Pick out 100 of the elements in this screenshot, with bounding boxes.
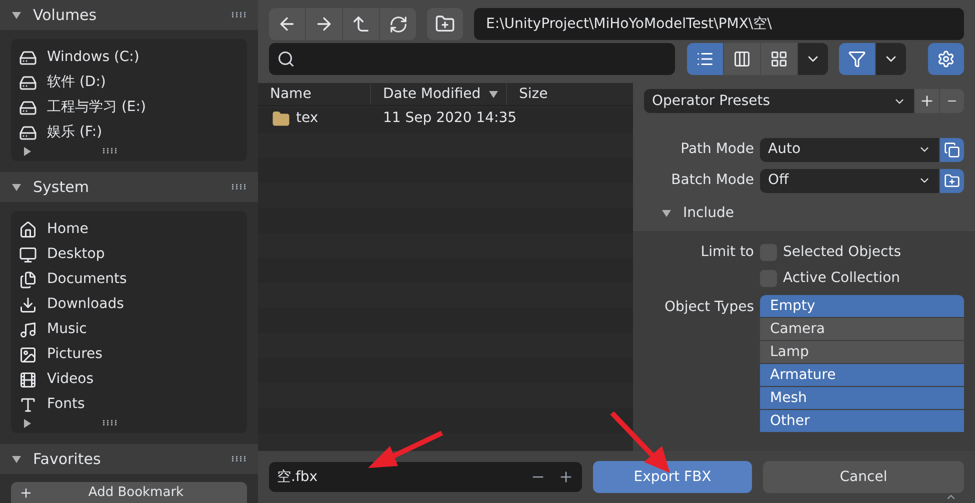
add-preset-button[interactable] <box>915 89 939 113</box>
plus-icon[interactable] <box>558 469 574 485</box>
field-label: Batch Mode <box>670 171 754 190</box>
parent-folder-button[interactable] <box>343 8 379 40</box>
file-name: tex <box>296 109 318 128</box>
bookmark-item[interactable]: Windows (C:) <box>11 45 247 70</box>
panel-header[interactable]: Favorites <box>0 444 258 474</box>
grip-icon[interactable] <box>103 420 117 426</box>
bookmark-item[interactable]: Music <box>11 317 247 342</box>
folder-icon <box>272 110 290 128</box>
bookmark-icon <box>19 124 37 142</box>
bookmark-icon <box>19 270 37 288</box>
bookmark-item[interactable]: 软件 (D:) <box>11 70 247 95</box>
object-type-toggle[interactable]: Other <box>760 410 964 432</box>
new-folder-button[interactable] <box>427 8 463 40</box>
field-label: Path Mode <box>680 140 754 159</box>
toggle-button[interactable] <box>940 168 964 192</box>
field-label: Object Types <box>664 298 754 317</box>
dropdown-button[interactable] <box>876 43 906 75</box>
bookmark-icon <box>19 396 37 414</box>
bookmark-icon <box>19 220 37 238</box>
bookmark-icon <box>19 296 37 314</box>
column-header[interactable]: Name <box>258 84 371 104</box>
object-type-toggle[interactable]: Empty <box>760 295 964 317</box>
plus-icon <box>19 486 33 500</box>
dropdown-button[interactable] <box>798 43 828 75</box>
bookmark-item[interactable]: 工程与学习 (E:) <box>11 95 247 120</box>
bookmark-icon <box>19 370 37 388</box>
disclosure-icon[interactable] <box>12 454 21 464</box>
grip-icon[interactable] <box>232 12 246 18</box>
bookmark-item[interactable]: Home <box>11 217 247 242</box>
mode-dropdown[interactable]: Auto <box>760 138 939 162</box>
object-type-toggle[interactable]: Camera <box>760 318 964 340</box>
checkbox-label: Active Collection <box>783 268 900 288</box>
grip-icon[interactable] <box>232 456 246 462</box>
bookmark-item[interactable]: Documents <box>11 267 247 292</box>
mode-dropdown[interactable]: Off <box>760 168 939 192</box>
object-type-toggle[interactable]: Mesh <box>760 387 964 409</box>
field-label: Limit to <box>700 242 754 262</box>
refresh-button[interactable] <box>380 8 416 40</box>
cancel-button[interactable]: Cancel <box>763 461 964 493</box>
presets-dropdown[interactable]: Operator Presets <box>644 89 914 113</box>
grip-icon[interactable] <box>103 148 117 154</box>
bookmark-icon <box>19 48 37 66</box>
filename-field[interactable]: 空.fbx <box>269 462 582 492</box>
forward-button[interactable] <box>306 8 342 40</box>
bookmark-item[interactable]: Downloads <box>11 292 247 317</box>
bookmark-item[interactable]: Fonts <box>11 392 247 417</box>
settings-button[interactable] <box>928 43 964 75</box>
search-icon <box>277 50 295 68</box>
disclosure-icon[interactable] <box>662 208 671 218</box>
subpanel-title: Include <box>683 204 734 222</box>
file-row[interactable]: tex 11 Sep 2020 14:35 <box>258 106 633 131</box>
view-mode-button[interactable] <box>724 43 760 75</box>
path-field[interactable]: E:\UnityProject\MiHoYoModelTest\PMX\空\ <box>474 8 964 40</box>
subpanel-header[interactable]: Include <box>644 199 964 227</box>
expand-icon[interactable] <box>23 418 32 428</box>
settings-icon <box>937 50 955 68</box>
bookmark-icon <box>19 74 37 92</box>
expand-icon[interactable] <box>23 146 32 156</box>
view-mode-icon <box>770 50 788 68</box>
bookmark-icon <box>19 320 37 338</box>
checkbox-label: Selected Objects <box>783 242 902 262</box>
search-field[interactable] <box>269 43 675 75</box>
view-mode-button[interactable] <box>761 43 797 75</box>
bookmark-item[interactable]: Pictures <box>11 342 247 367</box>
column-header[interactable]: Size <box>507 84 560 104</box>
panel-title: Volumes <box>33 4 98 26</box>
bookmark-item[interactable]: Videos <box>11 367 247 392</box>
bookmark-item[interactable]: 娱乐 (F:) <box>11 120 247 145</box>
object-type-toggle[interactable]: Armature <box>760 364 964 386</box>
sort-icon[interactable] <box>489 90 498 98</box>
view-mode-button[interactable] <box>687 43 723 75</box>
disclosure-icon[interactable] <box>12 10 21 20</box>
panel-title: System <box>33 176 90 198</box>
folder-plus-icon <box>435 14 455 34</box>
bookmark-icon <box>19 346 37 364</box>
file-date: 11 Sep 2020 14:35 <box>382 109 517 128</box>
filter-icon <box>848 50 866 68</box>
view-mode-icon <box>696 50 714 68</box>
checkbox[interactable] <box>760 244 777 260</box>
bookmark-item[interactable]: Desktop <box>11 242 247 267</box>
object-type-toggle[interactable]: Lamp <box>760 341 964 363</box>
export-button[interactable]: Export FBX <box>593 461 752 493</box>
view-mode-icon <box>733 50 751 68</box>
add-bookmark-button[interactable]: Add Bookmark <box>11 482 247 503</box>
column-header[interactable]: Date Modified <box>371 84 489 104</box>
disclosure-icon[interactable] <box>12 182 21 192</box>
filter-button[interactable] <box>839 43 875 75</box>
panel-header[interactable]: Volumes <box>0 0 258 30</box>
grip-icon[interactable] <box>232 184 246 190</box>
plus-icon <box>919 93 935 109</box>
refresh-icon <box>388 14 408 34</box>
checkbox[interactable] <box>760 270 777 286</box>
toggle-button[interactable] <box>940 138 964 162</box>
panel-header[interactable]: System <box>0 172 258 202</box>
folder-plus-icon <box>944 172 960 188</box>
bookmark-icon <box>19 246 37 264</box>
panel-title: Favorites <box>33 448 102 470</box>
back-button[interactable] <box>269 8 305 40</box>
